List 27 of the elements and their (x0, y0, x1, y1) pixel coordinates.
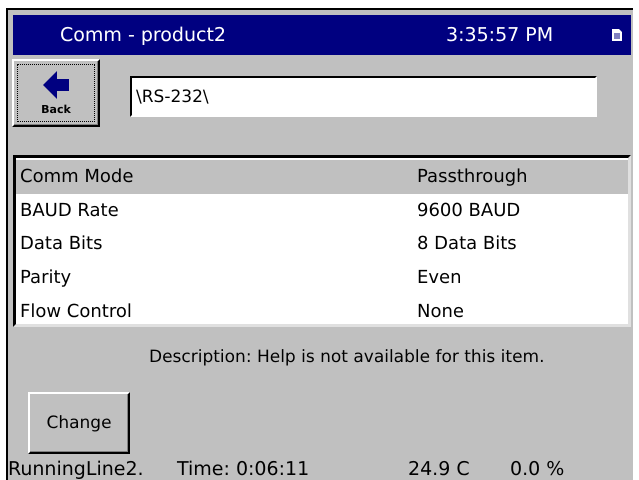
window-title: Comm - product2 (60, 24, 228, 46)
setting-name: Data Bits (20, 233, 104, 254)
status-line: RunningLine2. (8, 458, 145, 480)
settings-row[interactable]: Data Bits 8 Data Bits (16, 227, 628, 261)
back-button[interactable]: Back (12, 59, 100, 127)
description-text: Description: Help is not available for this item. (149, 347, 546, 367)
setting-name: BAUD Rate (20, 200, 120, 221)
setting-name: Flow Control (20, 300, 133, 322)
settings-row[interactable]: Comm Mode Passthrough (16, 160, 628, 194)
change-button[interactable]: Change (28, 392, 130, 454)
setting-value: 8 Data Bits (417, 233, 517, 254)
status-percent: 0.0 % (510, 458, 564, 480)
clock: 3:35:57 PM (446, 24, 554, 46)
settings-row[interactable]: Parity Even (16, 260, 628, 294)
document-icon[interactable] (611, 28, 623, 42)
path-field[interactable]: \RS-232\ (130, 76, 597, 117)
setting-value: Passthrough (417, 166, 528, 188)
settings-row[interactable]: Flow Control None (16, 294, 628, 328)
settings-row[interactable]: BAUD Rate 9600 BAUD (16, 194, 628, 228)
setting-value: None (417, 300, 464, 322)
setting-value: 9600 BAUD (417, 200, 520, 221)
setting-name: Comm Mode (20, 166, 134, 188)
arrow-left-icon (42, 70, 70, 100)
status-temperature: 24.9 C (408, 458, 471, 480)
setting-value: Even (417, 267, 462, 288)
status-time: Time: 0:06:11 (177, 458, 310, 480)
setting-name: Parity (20, 267, 72, 288)
